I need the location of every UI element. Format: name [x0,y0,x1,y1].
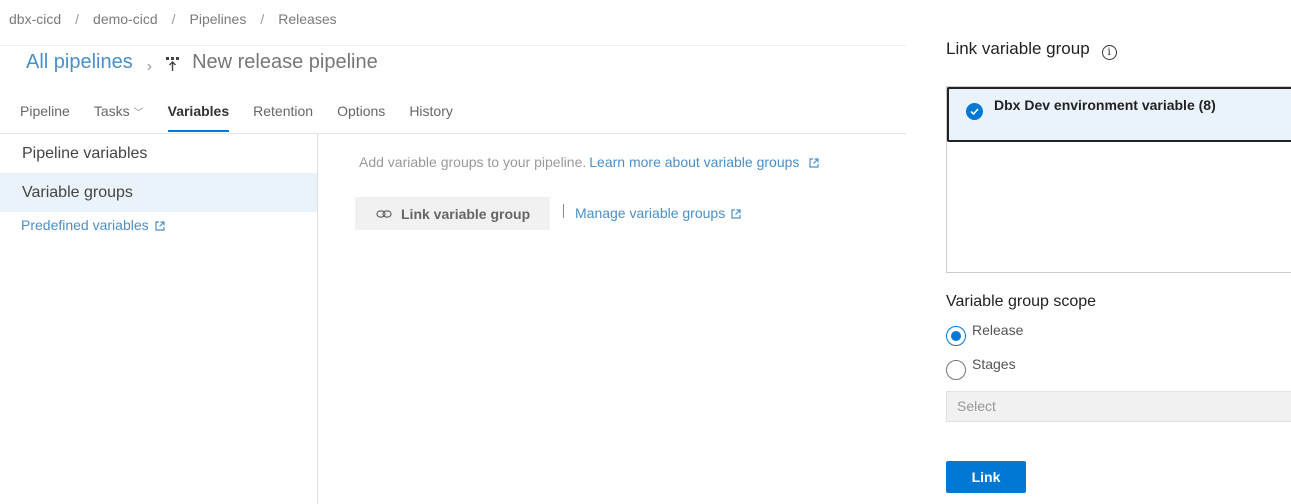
scope-option-label: Stages [972,356,1016,372]
link-variable-group-label: Link variable group [401,205,531,222]
chevron-down-icon: ﹀ [133,108,144,119]
tab-tasks[interactable]: Tasks ﹀ [94,103,144,133]
tab-retention[interactable]: Retention [253,103,313,133]
breadcrumb-item-project[interactable]: demo-cicd [93,11,158,27]
divider [563,204,564,218]
info-icon[interactable]: i [1101,44,1117,60]
scope-title: Variable group scope [946,293,1097,310]
external-link-icon [809,158,819,168]
tab-history[interactable]: History [409,103,453,133]
scope-option-release[interactable]: Release [946,322,1023,346]
variable-group-name: Dbx Dev environment variable (8) [994,97,1216,113]
tab-pipeline[interactable]: Pipeline [20,103,70,133]
tab-tasks-label: Tasks [93,103,130,119]
breadcrumb-item-releases[interactable]: Releases [278,11,336,27]
header-divider [0,45,906,46]
sidebar-item-variable-groups[interactable]: Variable groups [0,173,317,212]
variables-sidebar: Pipeline variables Variable groups Prede… [0,134,318,504]
scope-option-stages[interactable]: Stages [946,356,1016,380]
breadcrumb-item-org[interactable]: dbx-cicd [9,11,61,27]
link-variable-group-panel: Link variable group i Dbx Dev environmen… [907,0,1291,504]
variable-group-list: Dbx Dev environment variable (8) [946,86,1291,273]
breadcrumb-item-pipelines[interactable]: Pipelines [190,11,247,27]
title-row: All pipelines › New release pipeline [26,51,378,75]
pipeline-tabs: Pipeline Tasks ﹀ Variables Retention Opti… [20,103,477,133]
manage-variable-groups-label: Manage variable groups [575,205,726,221]
hint-text: Add variable groups to your pipeline. [359,154,587,170]
external-link-icon [731,209,741,219]
variable-group-item[interactable]: Dbx Dev environment variable (8) [947,87,1291,142]
radio-unselected-icon[interactable] [946,360,966,380]
breadcrumb-separator: / [75,11,80,27]
link-button[interactable]: Link [946,461,1026,493]
predefined-variables-link[interactable]: Predefined variables [0,217,317,233]
link-variable-group-button[interactable]: Link variable group [355,197,550,230]
sidebar-item-pipeline-variables[interactable]: Pipeline variables [0,134,317,173]
learn-more-link[interactable]: Learn more about variable groups [589,154,799,170]
breadcrumb-separator: / [260,11,265,27]
panel-title-text: Link variable group [946,39,1090,58]
manage-variable-groups-link[interactable]: Manage variable groups [575,205,741,221]
radio-selected-icon[interactable] [946,326,966,346]
scope-option-label: Release [972,322,1024,338]
breadcrumb: dbx-cicd / demo-cicd / Pipelines / Relea… [9,11,337,27]
variable-groups-hint: Add variable groups to your pipeline. Lea… [359,154,819,170]
pipeline-title[interactable]: New release pipeline [192,51,378,74]
predefined-variables-label: Predefined variables [21,217,149,233]
release-pipeline-icon [166,56,180,71]
stages-select[interactable]: Select [946,391,1291,422]
tab-variables[interactable]: Variables [167,103,229,133]
link-icon [376,209,392,218]
external-link-icon [155,221,165,231]
breadcrumb-separator: / [171,11,176,27]
checkmark-icon [966,103,983,120]
chevron-right-icon: › [146,57,153,75]
all-pipelines-link[interactable]: All pipelines [26,51,133,74]
panel-title: Link variable group i [946,39,1117,60]
tab-options[interactable]: Options [337,103,385,133]
